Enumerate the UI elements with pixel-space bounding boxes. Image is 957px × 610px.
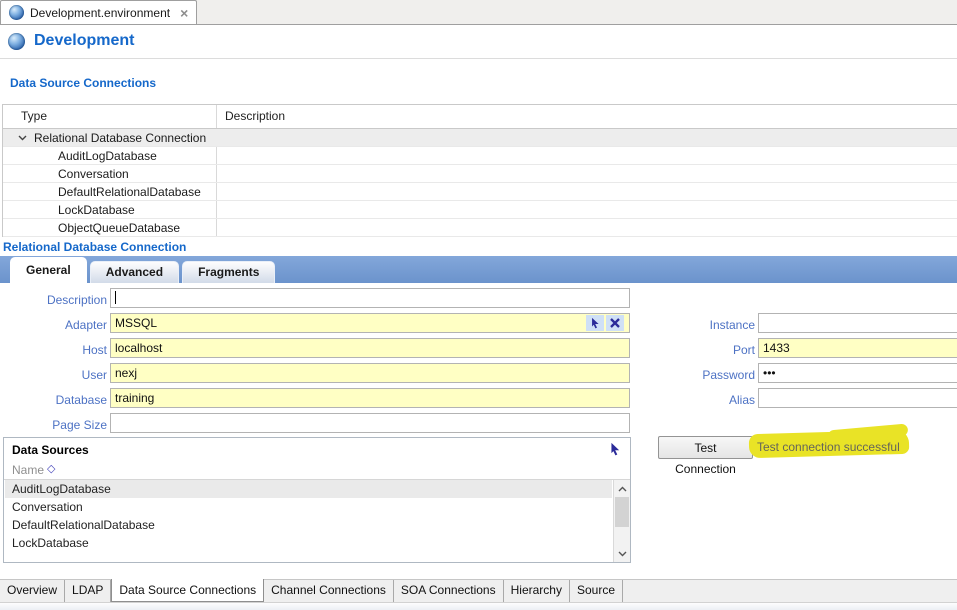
user-field[interactable] <box>110 363 630 383</box>
close-icon[interactable]: × <box>180 6 188 20</box>
list-item[interactable]: Conversation <box>5 498 612 516</box>
adapter-label: Adapter <box>5 315 107 335</box>
instance-field[interactable] <box>758 313 957 333</box>
password-label: Password <box>655 365 755 385</box>
tree-row[interactable]: LockDatabase <box>3 201 957 219</box>
adapter-clear-button[interactable] <box>606 315 624 331</box>
page-header: Development <box>8 32 134 50</box>
editor-tabbar: Development.environment × <box>0 0 957 25</box>
pointer-icon <box>590 317 601 329</box>
section-title-relational-database-connection: Relational Database Connection <box>3 240 186 254</box>
connections-table-header: Type Description <box>3 105 957 129</box>
bottom-tab-channel-connections[interactable]: Channel Connections <box>264 580 394 602</box>
database-field[interactable] <box>110 388 630 408</box>
bottom-tab-ldap[interactable]: LDAP <box>65 580 111 602</box>
tree-group-label: Relational Database Connection <box>34 131 206 145</box>
type-column-header[interactable]: Type <box>21 109 47 123</box>
tab-fragments[interactable]: Fragments <box>182 261 275 283</box>
tree-row[interactable]: ObjectQueueDatabase <box>3 219 957 237</box>
test-connection-button[interactable]: Test Connection <box>658 436 753 459</box>
editor-tab-title: Development.environment <box>30 6 170 20</box>
adapter-picker-button[interactable] <box>586 315 604 331</box>
description-label: Description <box>5 290 107 310</box>
clear-x-icon <box>610 318 620 328</box>
tree-row-label: AuditLogDatabase <box>58 149 157 163</box>
detail-tabbar: General Advanced Fragments <box>0 256 957 283</box>
test-result-message: Test connection successful <box>757 440 900 454</box>
editor-tab-development-environment[interactable]: Development.environment × <box>0 0 197 24</box>
port-field[interactable] <box>758 338 957 358</box>
user-label: User <box>5 365 107 385</box>
tree-row[interactable]: DefaultRelationalDatabase <box>3 183 957 201</box>
scrollbar[interactable] <box>613 480 630 562</box>
scroll-down-button[interactable] <box>614 546 630 561</box>
scroll-thumb[interactable] <box>615 497 629 527</box>
host-field[interactable] <box>110 338 630 358</box>
tree-row-label: Conversation <box>58 167 129 181</box>
data-sources-list: AuditLogDatabase Conversation DefaultRel… <box>5 480 612 552</box>
bottom-tab-overview[interactable]: Overview <box>0 580 65 602</box>
data-sources-title: Data Sources <box>12 443 89 457</box>
bottom-tab-source[interactable]: Source <box>570 580 623 602</box>
host-label: Host <box>5 340 107 360</box>
data-sources-panel: Data Sources Name ◇ AuditLogDatabase Con… <box>3 437 631 563</box>
list-item[interactable]: AuditLogDatabase <box>5 480 612 498</box>
description-column-header[interactable]: Description <box>225 109 285 123</box>
bottom-tab-hierarchy[interactable]: Hierarchy <box>504 580 570 602</box>
pointer-icon[interactable] <box>609 442 622 459</box>
bottom-tabbar: Overview LDAP Data Source Connections Ch… <box>0 579 957 602</box>
list-item[interactable]: LockDatabase <box>5 534 612 552</box>
scroll-up-button[interactable] <box>614 481 630 496</box>
password-field[interactable] <box>758 363 957 383</box>
instance-label: Instance <box>655 315 755 335</box>
bottom-status-strip <box>0 602 957 610</box>
alias-field[interactable] <box>758 388 957 408</box>
chevron-up-icon <box>618 486 627 492</box>
tab-general[interactable]: General <box>10 257 87 283</box>
page-title: Development <box>34 32 134 50</box>
text-caret <box>115 291 116 304</box>
description-field[interactable] <box>110 288 630 308</box>
globe-icon <box>9 5 24 20</box>
chevron-down-icon <box>618 551 627 557</box>
port-label: Port <box>655 340 755 360</box>
adapter-field[interactable] <box>110 313 630 333</box>
tree-row-label: ObjectQueueDatabase <box>58 221 180 235</box>
alias-label: Alias <box>655 390 755 410</box>
tree-row[interactable]: Conversation <box>3 165 957 183</box>
connections-table: Type Description Relational Database Con… <box>2 104 957 237</box>
environment-editor: Development.environment × Development Da… <box>0 0 957 610</box>
tree-row-label: LockDatabase <box>58 203 135 217</box>
section-title-data-source-connections: Data Source Connections <box>10 76 156 90</box>
header-divider <box>0 58 957 59</box>
name-column-header[interactable]: Name <box>12 463 44 477</box>
database-label: Database <box>5 390 107 410</box>
tab-advanced[interactable]: Advanced <box>90 261 179 283</box>
page-size-label: Page Size <box>5 415 107 435</box>
bottom-tab-soa-connections[interactable]: SOA Connections <box>394 580 504 602</box>
tree-group-row[interactable]: Relational Database Connection <box>3 129 957 147</box>
page-size-field[interactable] <box>110 413 630 433</box>
tree-row-label: DefaultRelationalDatabase <box>58 185 201 199</box>
list-item[interactable]: DefaultRelationalDatabase <box>5 516 612 534</box>
chevron-down-icon[interactable] <box>18 135 27 141</box>
bottom-tab-data-source-connections[interactable]: Data Source Connections <box>111 579 264 602</box>
tree-row[interactable]: AuditLogDatabase <box>3 147 957 165</box>
globe-icon <box>8 33 25 50</box>
sort-diamond-icon[interactable]: ◇ <box>47 462 55 475</box>
